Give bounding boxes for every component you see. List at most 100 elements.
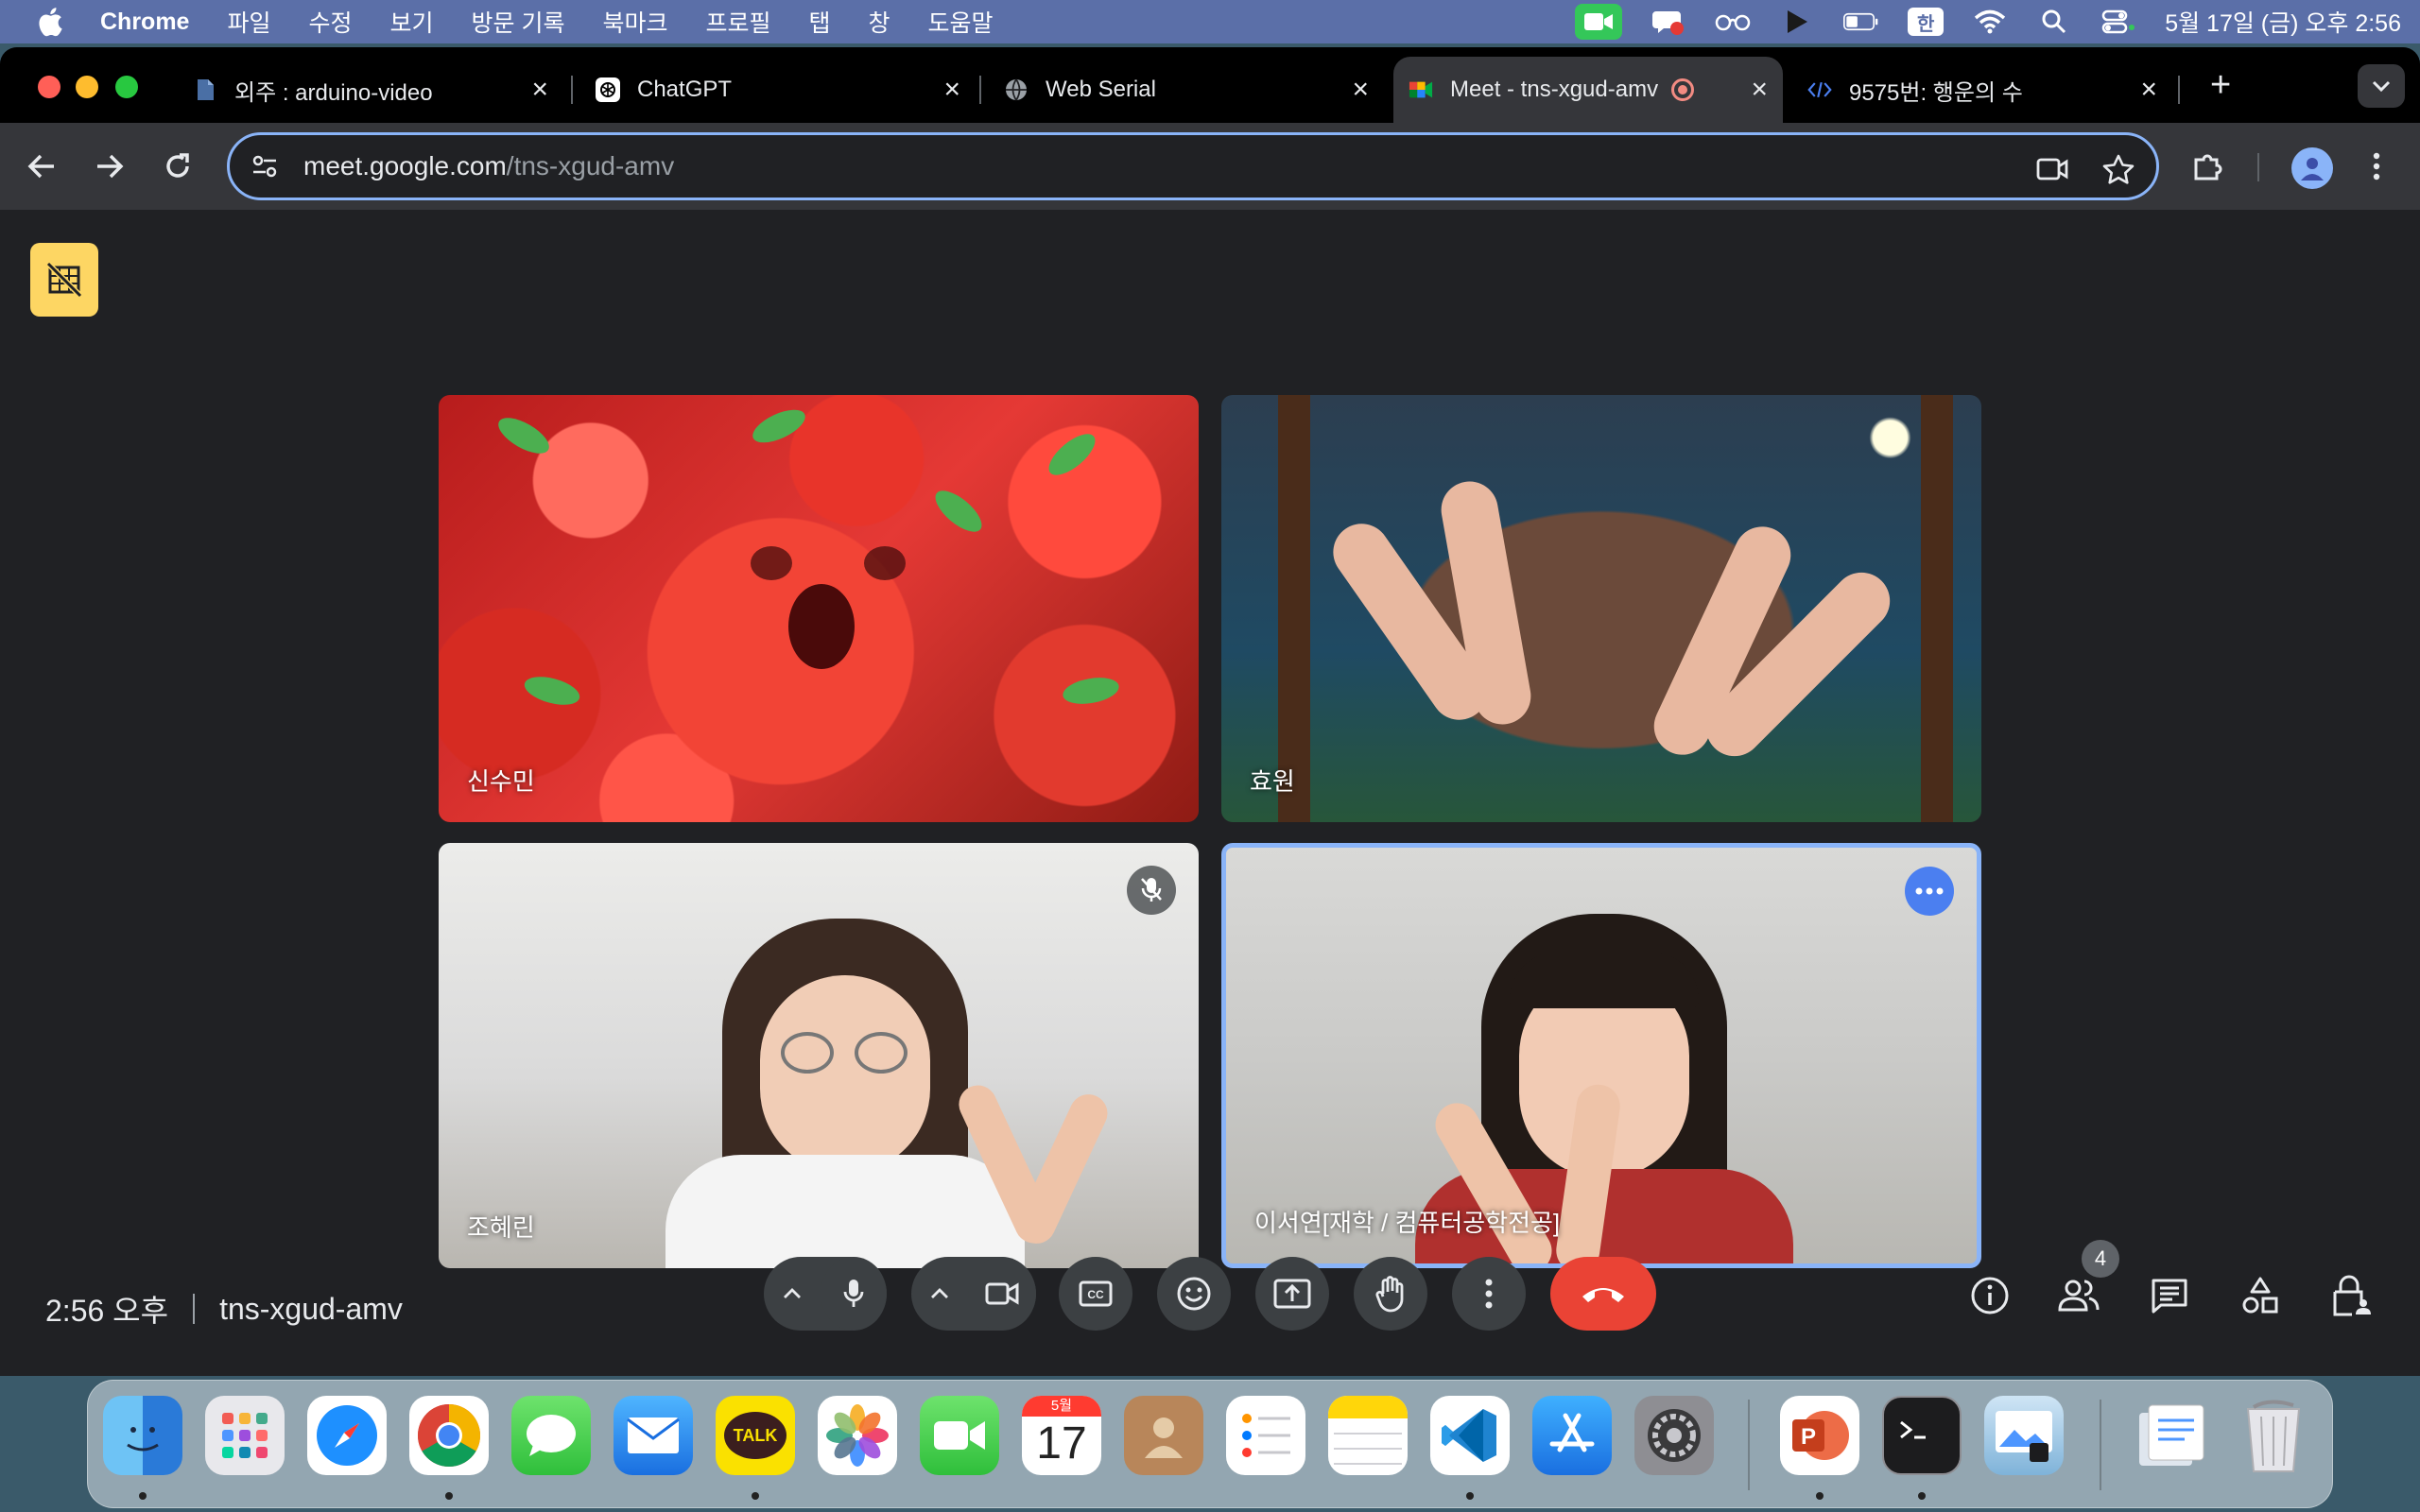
leave-call-button[interactable] bbox=[1550, 1257, 1656, 1331]
reminders-app-icon[interactable] bbox=[1226, 1396, 1305, 1475]
participant-tile[interactable]: 조혜린 bbox=[439, 843, 1199, 1268]
url-text: meet.google.com/tns-xgud-amv bbox=[303, 151, 674, 181]
svg-text:P: P bbox=[1801, 1424, 1816, 1450]
chevron-down-icon bbox=[2372, 80, 2391, 93]
notes-app-icon[interactable] bbox=[1328, 1396, 1408, 1475]
window-minimize-button[interactable] bbox=[76, 76, 98, 98]
facetime-app-icon[interactable] bbox=[920, 1396, 999, 1475]
glasses-icon[interactable] bbox=[1715, 8, 1751, 36]
window-close-button[interactable] bbox=[38, 76, 60, 98]
video-settings-button[interactable] bbox=[911, 1287, 968, 1300]
raise-hand-button[interactable] bbox=[1354, 1257, 1427, 1331]
camera-in-use-icon[interactable] bbox=[1575, 4, 1623, 40]
captions-button[interactable]: CC bbox=[1059, 1257, 1132, 1331]
mail-app-icon[interactable] bbox=[614, 1396, 693, 1475]
powerpoint-app-icon[interactable]: P bbox=[1780, 1396, 1859, 1475]
close-icon[interactable]: × bbox=[1352, 74, 1369, 106]
chatgpt-icon bbox=[596, 77, 620, 102]
menu-window[interactable]: 창 bbox=[869, 5, 890, 39]
forward-arrow-icon bbox=[97, 154, 124, 179]
grid-off-icon bbox=[45, 261, 83, 299]
active-app-name[interactable]: Chrome bbox=[100, 9, 189, 36]
globe-icon bbox=[1004, 77, 1028, 102]
menu-bookmarks[interactable]: 북마크 bbox=[602, 5, 667, 39]
camera-permission-icon[interactable] bbox=[2033, 150, 2071, 188]
tab-search-button[interactable] bbox=[2358, 64, 2405, 108]
tab-meet[interactable]: Meet - tns-xgud-amv × bbox=[1393, 57, 1783, 123]
hide-self-view-button[interactable] bbox=[30, 243, 98, 317]
tab-baekjoon[interactable]: 9575번: 행운의 수 × bbox=[1790, 57, 2172, 123]
calendar-app-icon[interactable]: 5월 17 bbox=[1022, 1396, 1101, 1475]
menu-tab[interactable]: 탭 bbox=[809, 5, 831, 39]
site-info-icon[interactable] bbox=[249, 150, 281, 182]
people-button[interactable] bbox=[2057, 1274, 2100, 1317]
reactions-button[interactable] bbox=[1157, 1257, 1231, 1331]
launchpad-app-icon[interactable] bbox=[205, 1396, 285, 1475]
meeting-details-button[interactable] bbox=[1968, 1274, 2012, 1317]
kakaotalk-app-icon[interactable]: TALK bbox=[716, 1396, 795, 1475]
running-indicator bbox=[1466, 1492, 1474, 1500]
play-icon[interactable] bbox=[1779, 8, 1815, 36]
address-bar[interactable]: meet.google.com/tns-xgud-amv bbox=[227, 132, 2159, 200]
close-icon[interactable]: × bbox=[1751, 74, 1768, 106]
menu-history[interactable]: 방문 기록 bbox=[472, 5, 565, 39]
tab-web-serial[interactable]: Web Serial × bbox=[987, 57, 1384, 123]
contacts-app-icon[interactable] bbox=[1124, 1396, 1203, 1475]
menu-bar-clock[interactable]: 5월 17일 (금) 오후 2:56 bbox=[2165, 5, 2401, 39]
trash-icon[interactable] bbox=[2234, 1396, 2313, 1475]
terminal-app-icon[interactable] bbox=[1882, 1396, 1962, 1475]
battery-icon[interactable] bbox=[1843, 8, 1879, 36]
profile-avatar[interactable] bbox=[2291, 147, 2333, 189]
back-button[interactable] bbox=[23, 147, 60, 185]
spotlight-search-icon[interactable] bbox=[2036, 8, 2072, 36]
system-settings-app-icon[interactable] bbox=[1634, 1396, 1714, 1475]
menu-file[interactable]: 파일 bbox=[227, 5, 270, 39]
more-options-button[interactable] bbox=[1452, 1257, 1526, 1331]
tab-chatgpt[interactable]: ChatGPT × bbox=[579, 57, 976, 123]
chrome-menu-button[interactable] bbox=[2358, 147, 2395, 185]
preview-app-icon[interactable] bbox=[1984, 1396, 2064, 1475]
participant-tile-active[interactable]: 이서연[재학 / 컴퓨터공학전공] bbox=[1221, 843, 1981, 1268]
reload-button[interactable] bbox=[159, 147, 197, 185]
activities-button[interactable] bbox=[2238, 1274, 2282, 1317]
tab-arduino-video[interactable]: 외주 : arduino-video × bbox=[174, 57, 563, 123]
menu-view[interactable]: 보기 bbox=[390, 5, 434, 39]
menu-help[interactable]: 도움말 bbox=[928, 5, 994, 39]
present-screen-button[interactable] bbox=[1255, 1257, 1329, 1331]
chrome-app-icon[interactable] bbox=[409, 1396, 489, 1475]
vscode-app-icon[interactable] bbox=[1430, 1396, 1510, 1475]
finder-app-icon[interactable] bbox=[103, 1396, 182, 1475]
call-end-icon bbox=[1582, 1288, 1624, 1302]
extensions-button[interactable] bbox=[2189, 147, 2227, 185]
menu-edit[interactable]: 수정 bbox=[308, 5, 352, 39]
participant-tile[interactable]: 효원 bbox=[1221, 395, 1981, 822]
input-source-indicator[interactable]: 한 bbox=[1908, 8, 1945, 36]
forward-button[interactable] bbox=[91, 147, 129, 185]
camera-button[interactable] bbox=[968, 1257, 1036, 1331]
videocam-icon bbox=[985, 1282, 1019, 1305]
url-host: meet.google.com bbox=[303, 151, 507, 180]
participant-options-button[interactable] bbox=[1905, 867, 1954, 916]
downloads-stack-icon[interactable] bbox=[2132, 1396, 2211, 1475]
apple-menu-icon[interactable] bbox=[36, 7, 64, 37]
chat-button[interactable] bbox=[2148, 1274, 2191, 1317]
host-controls-button[interactable] bbox=[2329, 1274, 2373, 1317]
control-center-icon[interactable] bbox=[2100, 8, 2136, 36]
close-icon[interactable]: × bbox=[531, 74, 548, 106]
microphone-button[interactable] bbox=[821, 1257, 887, 1331]
chat-bubble-status-icon[interactable] bbox=[1651, 8, 1686, 36]
close-icon[interactable]: × bbox=[2140, 74, 2157, 106]
participant-tile[interactable]: 신수민 bbox=[439, 395, 1199, 822]
bookmark-star-icon[interactable] bbox=[2100, 150, 2137, 188]
menu-profile[interactable]: 프로필 bbox=[705, 5, 770, 39]
safari-app-icon[interactable] bbox=[307, 1396, 387, 1475]
close-icon[interactable]: × bbox=[943, 74, 960, 106]
more-vert-icon bbox=[2373, 152, 2380, 180]
new-tab-button[interactable]: + bbox=[2210, 67, 2231, 103]
app-store-app-icon[interactable] bbox=[1532, 1396, 1612, 1475]
window-zoom-button[interactable] bbox=[115, 76, 138, 98]
wifi-icon[interactable] bbox=[1972, 8, 2008, 36]
photos-app-icon[interactable] bbox=[818, 1396, 897, 1475]
messages-app-icon[interactable] bbox=[511, 1396, 591, 1475]
audio-settings-button[interactable] bbox=[764, 1287, 821, 1300]
